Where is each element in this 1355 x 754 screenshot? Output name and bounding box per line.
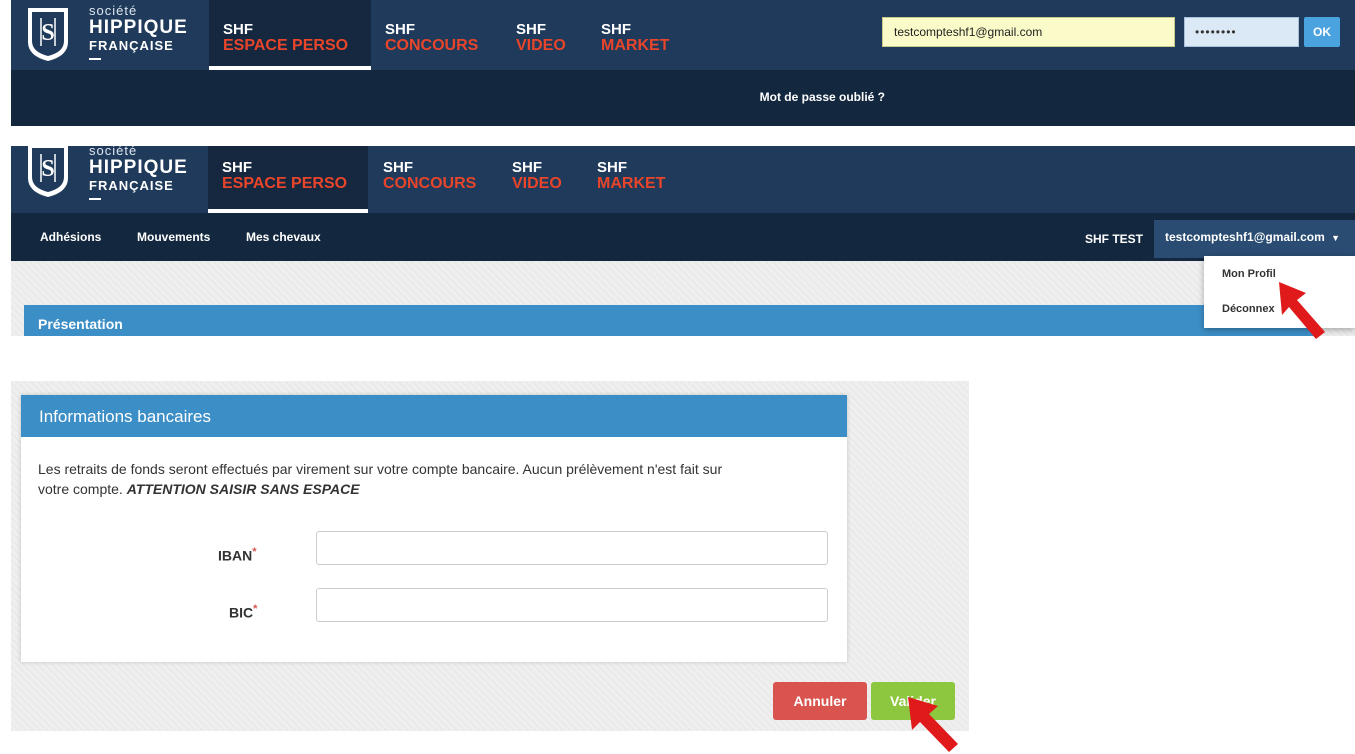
- password-field[interactable]: ••••••••: [1184, 17, 1299, 47]
- account-dropdown-button[interactable]: testcompteshf1@gmail.com ▼: [1154, 220, 1355, 258]
- bank-info-panel: Informations bancaires Les retraits de f…: [21, 395, 847, 662]
- menu-item-mon-profil[interactable]: Mon Profil: [1222, 268, 1276, 280]
- nav-label-top: SHF: [385, 21, 415, 38]
- brand-line-2: HIPPIQUE: [89, 157, 188, 178]
- email-field[interactable]: testcompteshf1@gmail.com: [882, 17, 1175, 47]
- nav-espace-perso[interactable]: SHF ESPACE PERSO: [209, 0, 371, 70]
- svg-text:S: S: [41, 156, 54, 182]
- ok-button[interactable]: OK: [1304, 17, 1340, 47]
- iban-input[interactable]: [316, 531, 828, 565]
- brand-dash: [89, 198, 101, 200]
- nav-label-bottom: VIDEO: [512, 175, 562, 192]
- brand-line-3: FRANÇAISE: [89, 178, 174, 193]
- brand-text: société HIPPIQUE FRANÇAISE: [89, 146, 188, 200]
- bank-info-title: Informations bancaires: [21, 395, 847, 437]
- nav-label-bottom: ESPACE PERSO: [223, 37, 349, 54]
- bic-label-text: BIC: [229, 604, 254, 621]
- account-email: testcompteshf1@gmail.com: [1165, 230, 1325, 244]
- nav-espace-perso[interactable]: SHF ESPACE PERSO: [208, 146, 368, 213]
- forgot-password-link[interactable]: Mot de passe oublié ?: [760, 90, 885, 104]
- brand-line-1: société: [89, 146, 138, 158]
- nav-label-top: SHF: [597, 159, 627, 176]
- header-bar-2: S société HIPPIQUE FRANÇAISE SHF ESPACE …: [11, 146, 1355, 213]
- nav-label-top: SHF: [601, 21, 631, 38]
- nav-label-bottom: CONCOURS: [383, 175, 477, 192]
- iban-label: IBAN*: [218, 546, 257, 564]
- shf-logo-icon[interactable]: S: [25, 146, 71, 198]
- nav-label-bottom: MARKET: [597, 175, 666, 192]
- bank-info-warning: ATTENTION SAISIR SANS ESPACE: [126, 481, 360, 497]
- iban-label-text: IBAN: [218, 547, 253, 564]
- nav-label-bottom: VIDEO: [516, 37, 566, 54]
- nav-label-bottom: MARKET: [601, 37, 670, 54]
- user-name: SHF TEST: [1085, 232, 1144, 246]
- annotation-arrow-icon: [1279, 282, 1325, 339]
- login-bar: Mot de passe oublié ?: [11, 70, 1355, 126]
- nav-concours[interactable]: SHF CONCOURS: [369, 146, 494, 213]
- nav-label-top: SHF: [516, 21, 546, 38]
- bic-input[interactable]: [316, 588, 828, 622]
- nav-concours[interactable]: SHF CONCOURS: [371, 0, 496, 70]
- nav-video[interactable]: SHF VIDEO: [502, 0, 582, 70]
- bic-label: BIC*: [229, 603, 257, 621]
- nav-label-top: SHF: [383, 159, 413, 176]
- nav-label-top: SHF: [223, 21, 253, 38]
- nav-label-top: SHF: [512, 159, 542, 176]
- brand-line-3: FRANÇAISE: [89, 38, 174, 53]
- subnav-mes-chevaux[interactable]: Mes chevaux: [246, 230, 321, 244]
- subnav-adhesions[interactable]: Adhésions: [40, 230, 101, 244]
- bank-info-text: Les retraits de fonds seront effectués p…: [38, 459, 738, 499]
- nav-label-bottom: CONCOURS: [385, 37, 479, 54]
- nav-market[interactable]: SHF MARKET: [583, 146, 673, 213]
- brand-line-2: HIPPIQUE: [89, 17, 188, 38]
- nav-label-bottom: ESPACE PERSO: [222, 175, 348, 192]
- subnav-mouvements[interactable]: Mouvements: [137, 230, 210, 244]
- nav-label-top: SHF: [222, 159, 252, 176]
- svg-text:S: S: [41, 20, 54, 46]
- required-marker: *: [253, 603, 258, 615]
- presentation-panel-header: Présentation: [24, 305, 1315, 336]
- shf-logo-icon[interactable]: S: [25, 6, 71, 62]
- caret-down-icon: ▼: [1331, 233, 1341, 243]
- annotation-arrow-icon: [908, 697, 958, 752]
- nav-video[interactable]: SHF VIDEO: [498, 146, 578, 213]
- required-marker: *: [252, 546, 257, 558]
- nav-market[interactable]: SHF MARKET: [587, 0, 677, 70]
- brand-dash: [89, 58, 101, 60]
- cancel-button[interactable]: Annuler: [773, 682, 867, 720]
- menu-item-deconnexion[interactable]: Déconnex: [1222, 303, 1275, 315]
- brand-text: société HIPPIQUE FRANÇAISE: [89, 4, 188, 60]
- brand-line-1: société: [89, 3, 138, 18]
